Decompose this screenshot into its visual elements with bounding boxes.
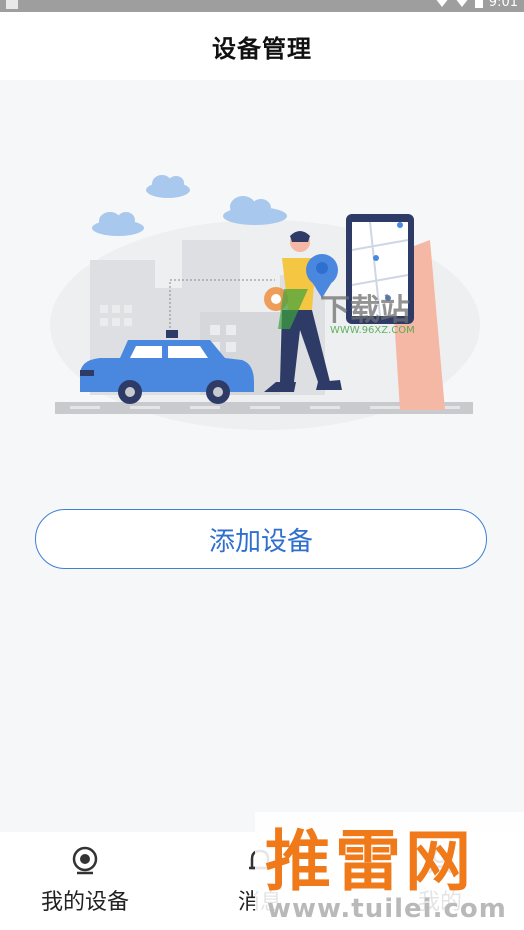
header: 设备管理 — [0, 12, 524, 80]
nav-label-my-devices: 我的设备 — [40, 890, 129, 915]
watermark-brand-text: 下载站 — [320, 293, 410, 328]
add-device-button[interactable]: 添加设备 — [35, 509, 487, 569]
watermark-url-text: WWW.96XZ.COM — [330, 325, 415, 336]
watermark-corner: 推雷网 www.tuilei.com — [255, 812, 524, 930]
brand-logo-icon — [264, 287, 308, 329]
page-title: 设备管理 — [212, 34, 312, 63]
wifi-icon — [434, 0, 449, 7]
camera-icon — [72, 846, 98, 875]
status-bar: 9:01 — [0, 0, 524, 12]
notification-icon — [6, 0, 18, 9]
battery-icon — [474, 0, 483, 8]
status-icons: 9:01 — [434, 0, 518, 10]
nav-item-my-devices[interactable]: 我的设备 — [20, 832, 150, 930]
watermark-corner-url: www.tuilei.com — [267, 894, 507, 924]
watermark-corner-brand: 推雷网 — [265, 823, 475, 900]
watermark-center: 下载站 WWW.96XZ.COM — [260, 283, 415, 336]
signal-icon — [454, 0, 469, 7]
status-time: 9:01 — [488, 0, 518, 10]
